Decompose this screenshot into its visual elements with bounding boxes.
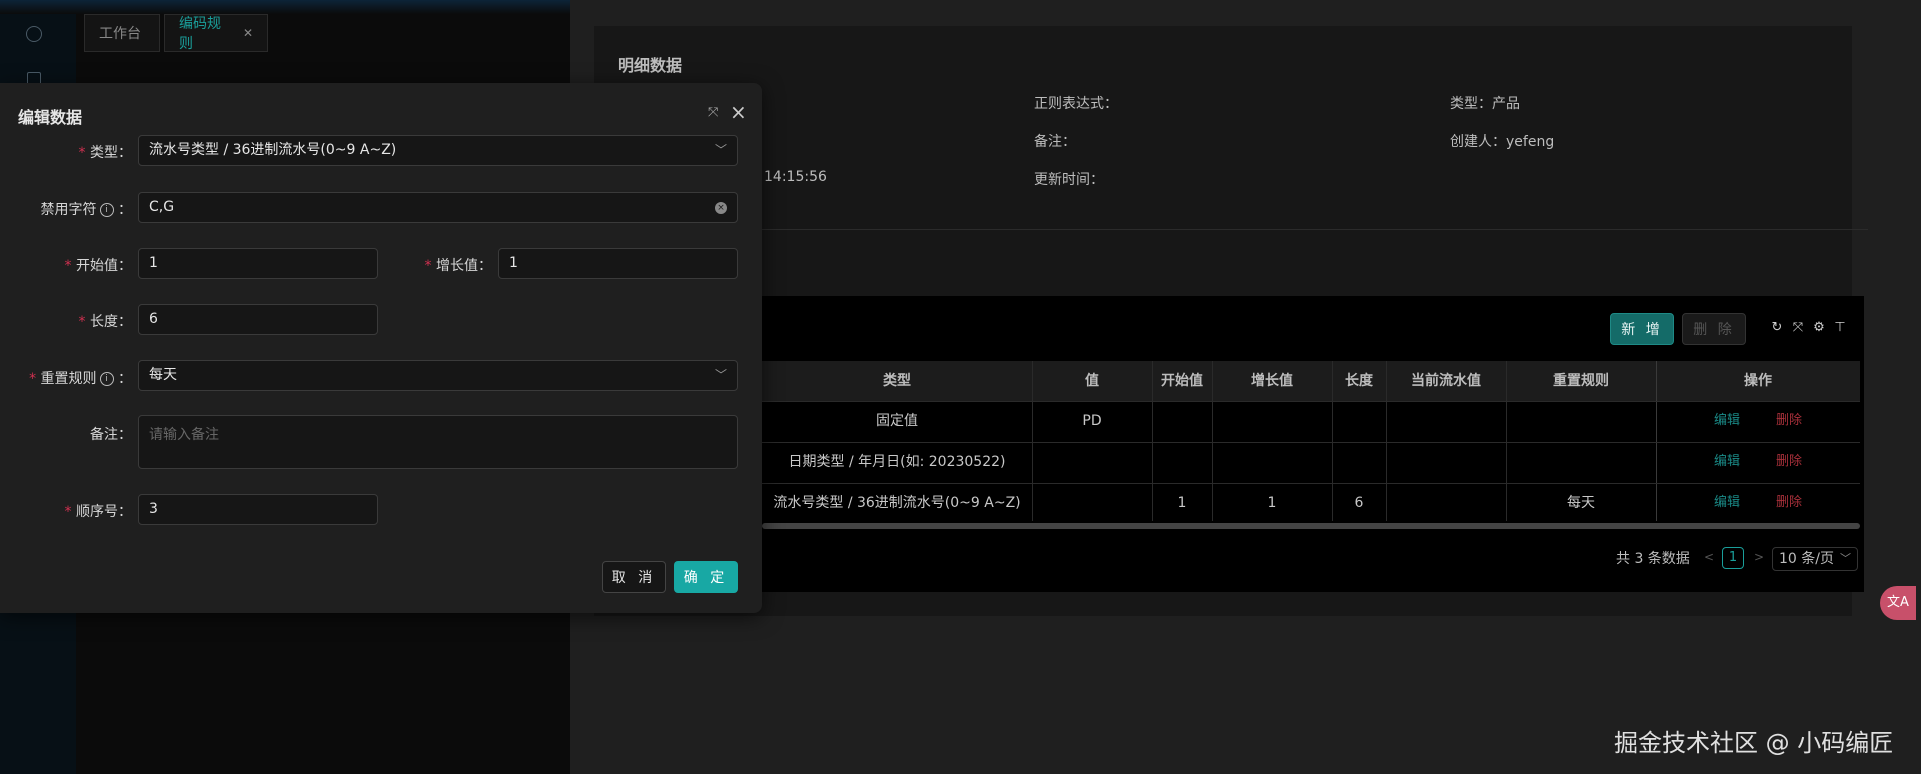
chevron-down-icon: ﹀ bbox=[714, 143, 727, 157]
step-label-text: 增长值 bbox=[436, 258, 478, 274]
update-time-field: 更新时间： bbox=[1034, 172, 1104, 188]
refresh-icon[interactable]: ↻ bbox=[1770, 321, 1784, 335]
order-label-text: 顺序号 bbox=[76, 504, 118, 520]
creator-field: 创建人：yefeng bbox=[1450, 134, 1555, 150]
forbidden-chars-value: C,G bbox=[149, 199, 175, 215]
dashboard-icon[interactable] bbox=[26, 26, 42, 42]
tab-code-rule[interactable]: 编码规则 ✕ bbox=[164, 14, 268, 52]
page-size-select[interactable]: 10 条/页 ﹀ bbox=[1772, 547, 1858, 571]
type-select[interactable]: 流水号类型 / 36进制流水号(0~9 A~Z) ﹀ bbox=[138, 135, 738, 166]
watermark: 掘金技术社区 @ 小码编匠 bbox=[1614, 729, 1894, 757]
pager-next-icon[interactable]: > bbox=[1754, 550, 1764, 564]
cell-step: 1 bbox=[1267, 495, 1277, 511]
col-reset: 重置规则 bbox=[1553, 373, 1609, 389]
tab-code-rule-label: 编码规则 bbox=[179, 16, 221, 52]
forbidden-label-text: 禁用字符 bbox=[40, 202, 97, 218]
col-sep bbox=[1032, 361, 1033, 521]
remark-textarea[interactable]: 请输入备注 bbox=[138, 415, 738, 469]
fullscreen-icon[interactable]: ⤧ bbox=[708, 106, 722, 120]
type-select-value: 流水号类型 / 36进制流水号(0~9 A~Z) bbox=[149, 142, 397, 158]
cell-reset: 每天 bbox=[1567, 495, 1595, 511]
start-input[interactable]: 1 bbox=[138, 248, 378, 279]
required-mark: * bbox=[424, 258, 436, 274]
col-start: 开始值 bbox=[1161, 373, 1203, 389]
edit-link[interactable]: 编辑 bbox=[1714, 483, 1740, 523]
reset-select[interactable]: 每天 ﹀ bbox=[138, 360, 738, 391]
delete-link[interactable]: 删除 bbox=[1776, 442, 1802, 482]
fullscreen-icon[interactable]: ⤧ bbox=[1791, 321, 1805, 335]
pager-total: 共 3 条数据 bbox=[1616, 551, 1690, 567]
edit-link[interactable]: 编辑 bbox=[1714, 442, 1740, 482]
info-icon[interactable]: i bbox=[99, 203, 114, 217]
remark-label-text: 备注 bbox=[90, 427, 118, 443]
close-icon[interactable]: × bbox=[730, 102, 748, 122]
pager-prev-icon[interactable]: < bbox=[1704, 550, 1714, 564]
type-label: * 类型： bbox=[78, 145, 132, 161]
type-field: 类型：产品 bbox=[1450, 96, 1520, 112]
chevron-down-icon: ﹀ bbox=[714, 368, 727, 382]
column-height-icon[interactable]: ⊤ bbox=[1833, 321, 1847, 335]
delete-link[interactable]: 删除 bbox=[1776, 483, 1802, 523]
horizontal-scrollbar[interactable] bbox=[762, 523, 1860, 529]
page-size-value: 10 条/页 bbox=[1779, 551, 1834, 567]
detail-title: 明细数据 bbox=[618, 56, 683, 75]
translate-button[interactable]: 文A bbox=[1880, 586, 1916, 620]
chevron-down-icon: ﹀ bbox=[1840, 552, 1851, 565]
length-input[interactable]: 6 bbox=[138, 304, 378, 335]
required-mark: * bbox=[64, 504, 76, 520]
forbidden-chars-input[interactable]: C,G × bbox=[138, 192, 738, 223]
cell-type: 固定值 bbox=[876, 413, 918, 429]
type-label-text: 类型 bbox=[90, 145, 118, 161]
length-label: * 长度： bbox=[78, 314, 132, 330]
col-actions: 操作 bbox=[1744, 373, 1772, 389]
top-glow bbox=[0, 0, 570, 14]
settings-icon[interactable]: ⚙ bbox=[1812, 321, 1826, 335]
divider bbox=[618, 229, 1868, 230]
col-value: 值 bbox=[1085, 373, 1099, 389]
forbidden-label: 禁用字符 i ： bbox=[40, 202, 132, 218]
col-length: 长度 bbox=[1345, 373, 1373, 389]
col-current: 当前流水值 bbox=[1411, 373, 1481, 389]
reset-select-value: 每天 bbox=[149, 367, 177, 383]
close-icon[interactable]: ✕ bbox=[243, 26, 253, 40]
required-mark: * bbox=[29, 371, 41, 387]
cell-length: 6 bbox=[1354, 495, 1364, 511]
cell-start: 1 bbox=[1177, 495, 1187, 511]
delete-link[interactable]: 删除 bbox=[1776, 401, 1802, 441]
reset-label-text: 重置规则 bbox=[40, 371, 97, 387]
order-input[interactable]: 3 bbox=[138, 494, 378, 525]
col-step: 增长值 bbox=[1251, 373, 1293, 389]
remark-field: 备注： bbox=[1034, 134, 1076, 150]
edit-link[interactable]: 编辑 bbox=[1714, 401, 1740, 441]
required-mark: * bbox=[64, 258, 76, 274]
required-mark: * bbox=[78, 145, 90, 161]
info-icon[interactable]: i bbox=[99, 372, 114, 386]
required-mark: * bbox=[78, 314, 90, 330]
cell-type: 日期类型 / 年月日(如: 20230522) bbox=[788, 454, 1006, 470]
start-label-text: 开始值 bbox=[76, 258, 118, 274]
pager-page[interactable]: 1 bbox=[1722, 547, 1744, 569]
tab-workbench[interactable]: 工作台 bbox=[84, 14, 160, 52]
step-label: * 增长值： bbox=[424, 258, 492, 274]
start-label: * 开始值： bbox=[64, 258, 132, 274]
col-sep bbox=[1656, 361, 1657, 521]
confirm-button[interactable]: 确 定 bbox=[674, 561, 738, 593]
col-type: 类型 bbox=[883, 373, 911, 389]
cell-value: PD bbox=[1082, 413, 1102, 429]
created-time-field: 14:15:56 bbox=[764, 169, 827, 185]
delete-button[interactable]: 删 除 bbox=[1682, 313, 1746, 345]
remark-label: 备注： bbox=[90, 427, 132, 443]
col-sep bbox=[1386, 361, 1387, 521]
step-input[interactable]: 1 bbox=[498, 248, 738, 279]
order-label: * 顺序号： bbox=[64, 504, 132, 520]
length-label-text: 长度 bbox=[90, 314, 118, 330]
cancel-button[interactable]: 取 消 bbox=[602, 561, 666, 593]
tab-workbench-label: 工作台 bbox=[99, 26, 141, 42]
regex-field: 正则表达式： bbox=[1034, 96, 1118, 112]
modal-title: 编辑数据 bbox=[18, 108, 83, 127]
clear-icon[interactable]: × bbox=[715, 202, 727, 214]
add-button[interactable]: 新 增 bbox=[1610, 313, 1674, 345]
cell-type: 流水号类型 / 36进制流水号(0~9 A~Z) bbox=[773, 495, 1021, 511]
reset-label: * 重置规则 i ： bbox=[29, 371, 132, 387]
